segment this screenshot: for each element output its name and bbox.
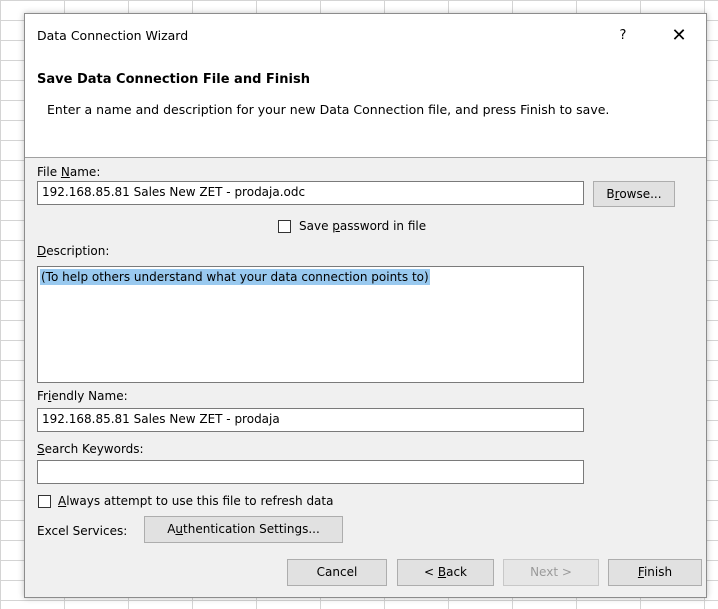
always-refresh-label: Always attempt to use this file to refre… [58, 494, 334, 508]
description-label: Description: [37, 244, 110, 258]
file-name-input[interactable]: 192.168.85.81 Sales New ZET - prodaja.od… [37, 181, 584, 205]
save-password-checkbox[interactable] [278, 220, 291, 233]
dialog-title: Data Connection Wizard [37, 28, 189, 43]
help-button[interactable]: ? [611, 24, 635, 48]
authentication-settings-button[interactable]: Authentication Settings... [144, 516, 343, 543]
close-button[interactable]: ✕ [661, 22, 697, 50]
excel-services-label: Excel Services: [37, 524, 128, 538]
page-heading: Save Data Connection File and Finish [37, 72, 310, 87]
search-keywords-label: Search Keywords: [37, 442, 144, 456]
file-name-label: File Name: [37, 165, 101, 179]
back-button[interactable]: < Back [397, 559, 494, 586]
cancel-button[interactable]: Cancel [287, 559, 387, 586]
always-refresh-checkbox[interactable] [38, 495, 51, 508]
friendly-name-input[interactable]: 192.168.85.81 Sales New ZET - prodaja [37, 408, 584, 432]
header-band: Save Data Connection File and Finish Ent… [25, 58, 706, 158]
title-bar: Data Connection Wizard ? ✕ [25, 14, 706, 58]
page-subheading: Enter a name and description for your ne… [47, 102, 610, 117]
save-password-label: Save password in file [299, 219, 427, 233]
browse-button[interactable]: Browse... [593, 181, 675, 207]
friendly-name-label: Friendly Name: [37, 389, 128, 403]
search-keywords-input[interactable] [37, 460, 584, 484]
description-selected-text: (To help others understand what your dat… [40, 269, 430, 285]
data-connection-wizard-dialog: Data Connection Wizard ? ✕ Save Data Con… [24, 13, 707, 598]
finish-button[interactable]: Finish [608, 559, 702, 586]
description-textarea[interactable]: (To help others understand what your dat… [37, 266, 584, 383]
next-button[interactable]: Next > [503, 559, 599, 586]
